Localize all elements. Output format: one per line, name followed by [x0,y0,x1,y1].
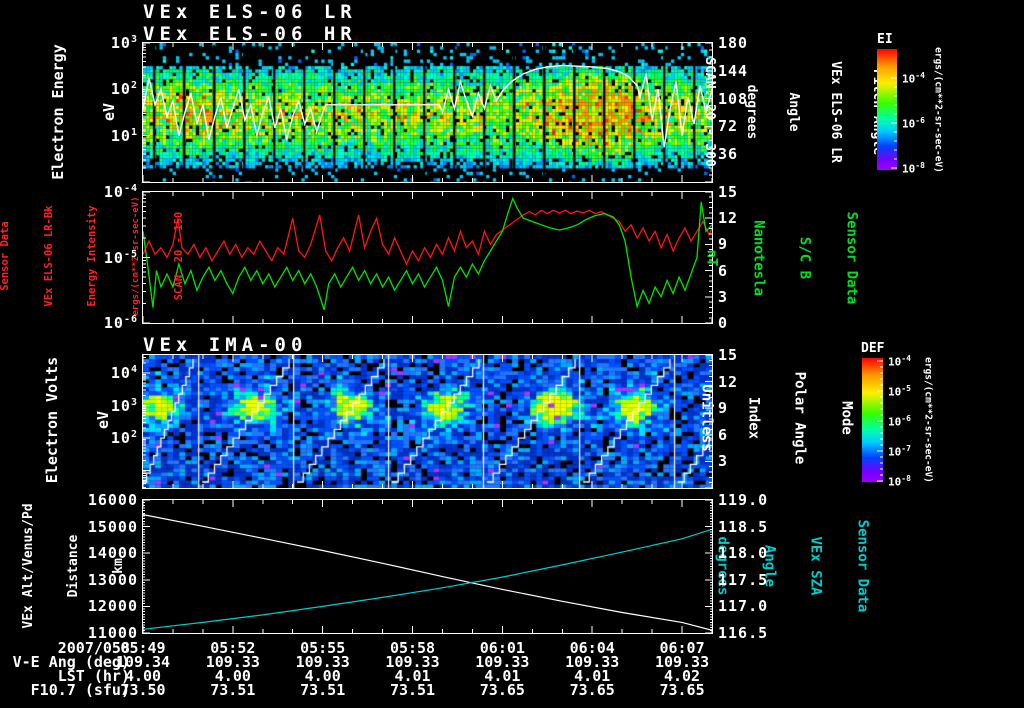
p1-right-tick: 144 [718,61,749,80]
footer-value: 73.51 [389,681,436,699]
p3-left-tick: 102 [110,429,138,447]
p3-right-tick: 9 [718,399,729,418]
p2-right-tick: 0 [718,314,729,332]
p1-left-tick: 102 [110,80,138,99]
p4-right-tick: 117.5 [718,570,769,589]
ima-colorbar-tick-label: 10-6 [888,414,911,429]
p4-right-tick: 119.0 [718,491,769,509]
p3-left-tick: 104 [110,364,138,382]
panel1-title-lr: VEx ELS-06 LR [143,1,357,23]
p1-right-tick: 72 [718,117,739,136]
p4-right-tick: 118.0 [718,544,769,563]
els-spectrogram-panel [142,42,713,183]
footer-value: 73.65 [659,681,705,699]
p2-right-tick: 3 [718,287,729,306]
p3-right-tick: 15 [718,346,739,364]
p1-right-tick: 108 [718,89,749,108]
footer-value: 73.65 [479,681,525,699]
ima-spectrogram-panel [142,354,713,489]
energy-intensity-line [143,209,712,266]
p4-right-tick: 117.0 [718,597,769,616]
panel4-right-axis-label: Sensor Data VEx SZA Angle degrees [715,519,871,613]
ima-colorbar-tick-label: 10-7 [888,444,911,459]
ima-colorbar-tick-label: 10-5 [888,384,911,399]
footer-value: 73.51 [210,681,256,699]
pitch-angle-line [143,64,712,148]
els-colorbar-gradient [877,49,897,170]
panel1-left-axis-label: Electron Energy eV [49,44,118,180]
ima-colorbar-tick-label: 10-8 [888,474,911,489]
ephemeris-panel [142,499,713,634]
colorbar1-units: ergs/(cm**2-sr-sec-eV) [932,47,944,173]
p1-right-tick: 36 [718,145,739,164]
p4-left-tick: 12000 [87,597,138,616]
ima-colorbar-gradient [862,358,883,482]
intensity-lines [143,196,712,311]
footer-value: 73.51 [300,681,346,699]
ima-colorbar-tick-label: 10-4 [888,354,911,369]
ima-colorbar [862,358,883,482]
footer-value: 73.65 [569,681,615,699]
vex-quicklook-plot: VEx ELS-06 LR VEx ELS-06 HR VEx IMA-00 E… [0,0,1024,708]
sza-line [143,528,712,630]
panel3-title: VEx IMA-00 [143,334,308,356]
p2-left-tick: 10-4 [103,183,138,201]
p3-right-tick: 12 [718,372,739,391]
p1-left-tick: 101 [110,126,138,145]
els-colorbar-tick-label: 10-8 [902,161,925,176]
altitude-sza-lines [143,514,712,631]
p2-right-tick: 12 [718,209,739,228]
p1-left-tick: 103 [110,34,138,52]
p3-right-tick: 6 [718,425,729,444]
colorbar1-title: EI [877,32,893,47]
colorbar2-title: DEF [861,341,885,356]
p4-left-tick: 15000 [87,517,138,536]
p2-right-tick: 15 [718,183,739,201]
ima-spectrogram-image [143,355,712,488]
p2-left-tick: 10-5 [103,248,138,267]
els-colorbar-tick-label: 10-4 [902,71,925,86]
p2-right-tick: 6 [718,261,729,280]
p3-left-tick: 103 [110,396,138,415]
els-colorbar-tick-label: 10-6 [902,116,925,131]
p2-right-tick: 9 [718,235,729,254]
footer-value: 73.50 [120,681,166,699]
scb-line [143,196,712,311]
pitch-angle-overlay [143,64,712,148]
els-intensity-panel [142,191,713,324]
p4-right-tick: 118.5 [718,517,769,536]
p2-left-tick: 10-6 [103,314,138,332]
altitude-line [143,514,712,631]
els-colorbar [877,49,897,170]
p4-left-tick: 16000 [87,491,138,509]
p4-left-tick: 14000 [87,544,138,563]
p4-left-tick: 13000 [87,570,138,589]
colorbar2-units: ergs/(cm**2-sr-sec-eV) [922,357,934,483]
p4-right-tick: 116.5 [718,624,769,642]
p3-right-tick: 3 [718,452,729,471]
p1-right-tick: 180 [718,34,749,52]
